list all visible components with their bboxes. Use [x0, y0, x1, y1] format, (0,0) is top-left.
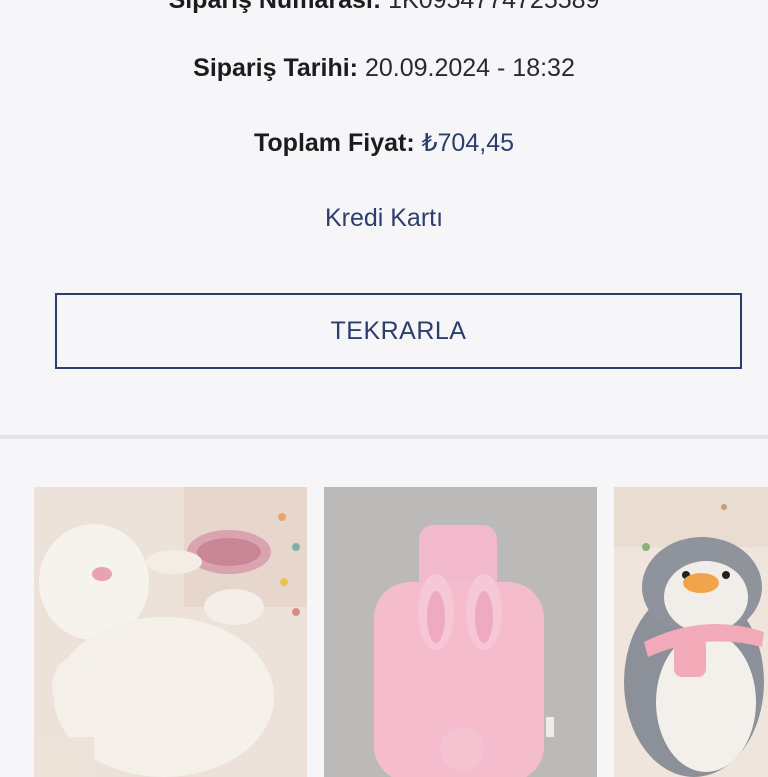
order-date-row: Sipariş Tarihi: 20.09.2024 - 18:32	[0, 54, 768, 83]
order-date-label: Sipariş Tarihi:	[193, 54, 358, 82]
plush-bunny-image	[34, 487, 307, 777]
payment-method: Kredi Kartı	[324, 204, 444, 232]
repeat-order-button[interactable]: TEKRARLA	[55, 293, 742, 369]
order-date-value: 20.09.2024 - 18:32	[364, 54, 575, 82]
order-total-row: Toplam Fiyat: ₺704,45	[0, 128, 768, 158]
pink-hot-water-bottle-image	[324, 487, 597, 777]
product-thumbnail-2[interactable]	[324, 487, 597, 777]
product-thumbnail-3[interactable]	[614, 487, 768, 777]
plush-penguin-image	[614, 487, 768, 777]
section-divider	[0, 435, 768, 439]
product-thumbnail-1[interactable]	[34, 487, 307, 777]
order-number-row: Sipariş Numarası: 1K0954774725589	[0, 0, 768, 15]
order-number-label: Sipariş Numarası:	[168, 0, 382, 14]
order-total-label: Toplam Fiyat:	[254, 129, 415, 157]
order-number-value: 1K0954774725589	[388, 0, 600, 14]
order-total-value: ₺704,45	[421, 129, 514, 157]
